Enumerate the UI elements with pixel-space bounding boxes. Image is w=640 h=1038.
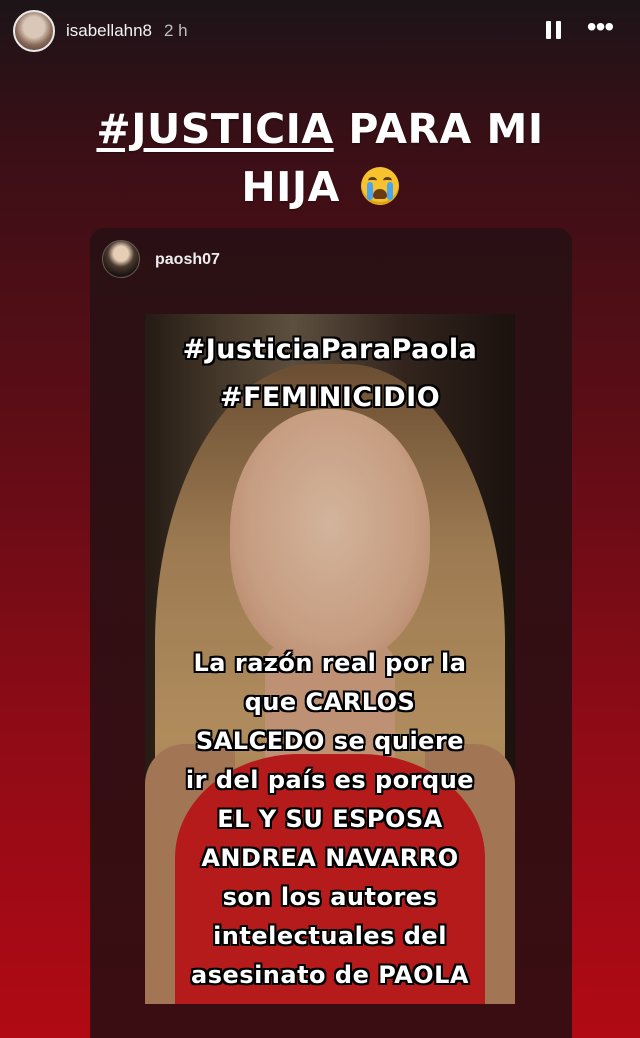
reshared-post-username[interactable]: paosh07 <box>155 251 220 269</box>
title-line1-rest: PARA MI <box>333 105 544 153</box>
title-line2: HIJA <box>241 163 340 211</box>
image-message-line: La razón real por la <box>193 649 467 677</box>
image-message-line: ANDREA NAVARRO <box>201 844 459 872</box>
story-username[interactable]: isabellahn8 <box>66 21 152 41</box>
crying-face-emoji-icon <box>360 167 399 205</box>
title-hashtag[interactable]: #JUSTICIA <box>96 105 333 153</box>
image-message-line: ir del país es porque <box>185 766 475 794</box>
image-message: La razón real por la que CARLOS SALCEDO … <box>145 644 515 995</box>
story-title-text: #JUSTICIA PARA MI HIJA <box>40 100 600 216</box>
more-options-icon[interactable]: ••• <box>584 13 616 43</box>
reshared-post-avatar[interactable] <box>102 240 140 278</box>
image-message-line: asesinato de PAOLA <box>191 961 469 989</box>
story-timestamp: 2 h <box>164 21 188 40</box>
story-header: isabellahn8 2 h ••• <box>0 0 640 60</box>
reshared-post-image[interactable]: #JusticiaParaPaola #FEMINICIDIO La razón… <box>145 314 515 1004</box>
image-message-line: son los autores <box>222 883 438 911</box>
profile-avatar[interactable] <box>13 10 55 52</box>
image-message-line: SALCEDO se quiere <box>195 727 465 755</box>
pause-icon[interactable] <box>543 19 565 41</box>
image-message-line: que CARLOS <box>244 688 416 716</box>
image-message-line: EL Y SU ESPOSA <box>217 805 443 833</box>
image-hashtag-feminicidio: #FEMINICIDIO <box>219 382 441 413</box>
image-message-line: intelectuales del <box>213 922 447 950</box>
image-hashtag-justicia: #JusticiaParaPaola <box>182 334 478 365</box>
